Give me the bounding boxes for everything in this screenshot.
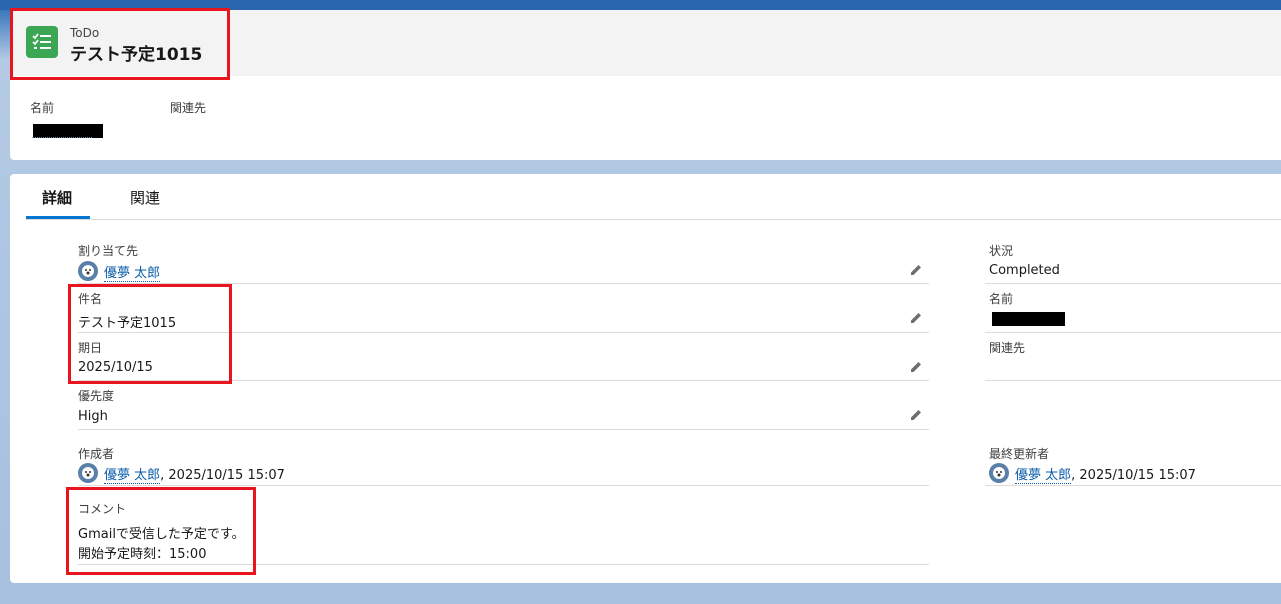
highlight-box-subject-date — [68, 284, 232, 384]
divider — [78, 485, 929, 486]
highlight-name-link-underline[interactable] — [32, 137, 92, 138]
divider — [985, 332, 1281, 333]
last-modified-by-link[interactable]: 優夢 太郎 — [1015, 468, 1072, 484]
highlight-related-label: 関連先 — [170, 101, 207, 115]
pencil-icon[interactable] — [909, 311, 923, 325]
divider — [985, 283, 1281, 284]
created-by-label: 作成者 — [78, 447, 115, 461]
name-label: 名前 — [989, 292, 1014, 306]
created-by-value: 優夢 太郎, 2025/10/15 15:07 — [104, 464, 285, 484]
status-label: 状況 — [989, 244, 1014, 258]
assignee-label: 割り当て先 — [78, 244, 139, 258]
pencil-icon[interactable] — [909, 360, 923, 374]
last-modified-by-label: 最終更新者 — [989, 447, 1050, 461]
tab-active-indicator — [26, 216, 90, 219]
tab-bar: 詳細 関連 — [26, 174, 1281, 220]
assignee-link[interactable]: 優夢 太郎 — [104, 266, 161, 282]
status-value: Completed — [989, 263, 1060, 278]
user-avatar-icon — [989, 463, 1009, 483]
user-avatar-icon — [78, 261, 98, 281]
divider — [78, 429, 929, 430]
priority-label: 優先度 — [78, 389, 115, 403]
last-modified-by-value: 優夢 太郎, 2025/10/15 15:07 — [1015, 464, 1196, 484]
tab-details[interactable]: 詳細 — [42, 187, 72, 208]
divider — [985, 485, 1281, 486]
created-by-link[interactable]: 優夢 太郎 — [104, 468, 161, 484]
highlight-box-title — [10, 8, 230, 80]
related-to-label: 関連先 — [989, 341, 1026, 355]
highlight-box-comment — [66, 487, 256, 575]
user-avatar-icon — [78, 463, 98, 483]
created-by-datetime: , 2025/10/15 15:07 — [160, 468, 285, 483]
name-redacted — [992, 312, 1065, 326]
priority-value: High — [78, 409, 108, 424]
highlight-name-label: 名前 — [30, 101, 55, 115]
assignee-value: 優夢 太郎 — [104, 262, 161, 282]
divider — [985, 380, 1281, 381]
tab-related[interactable]: 関連 — [130, 187, 160, 208]
highlight-name-redacted — [33, 124, 103, 138]
last-modified-by-datetime: , 2025/10/15 15:07 — [1071, 468, 1196, 483]
pencil-icon[interactable] — [909, 263, 923, 277]
pencil-icon[interactable] — [909, 408, 923, 422]
